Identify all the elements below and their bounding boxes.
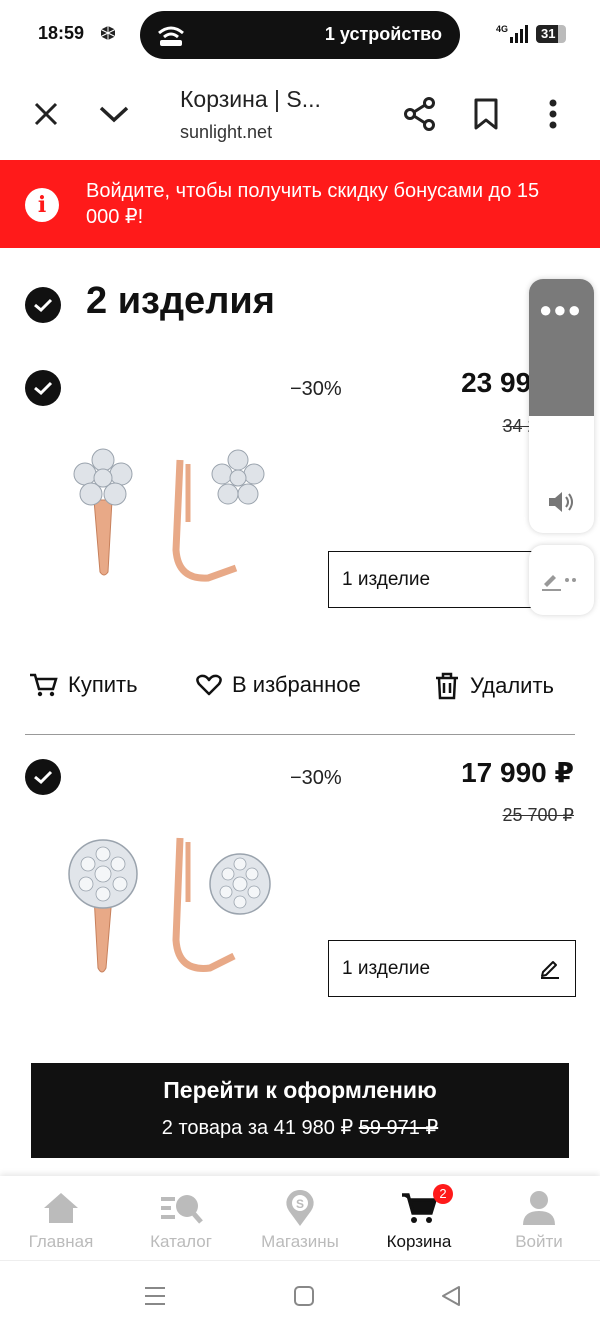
more-horizontal-icon[interactable]: ●●● [539,297,582,323]
more-menu-button[interactable] [538,94,568,134]
svg-text:S: S [296,1197,304,1211]
item-1-checkbox[interactable] [25,370,61,406]
item-1-discount: −30% [290,378,342,400]
page-url[interactable]: sunlight.net [180,122,272,143]
back-system-button[interactable] [440,1285,462,1312]
add-to-favorites-button[interactable]: В избранное [196,672,361,698]
delete-button[interactable]: Удалить [434,672,554,700]
buy-label: Купить [68,672,138,697]
item-divider [25,734,575,735]
chevron-down-icon [99,106,129,123]
catalog-icon [126,1188,236,1228]
item-2-price: 17 990 ₽ [461,757,574,788]
item-1-image[interactable] [58,440,278,590]
hotspot-icon [156,23,186,52]
app-notification-icon [100,25,116,46]
buy-button[interactable]: Купить [28,672,138,698]
login-promo-banner[interactable]: i Войдите, чтобы получить скидку бонусам… [0,160,600,248]
cart-icon: 2 [364,1184,474,1228]
select-all-checkbox[interactable] [25,287,61,323]
checkout-button[interactable]: Перейти к оформлению 2 товара за 41 980 … [31,1063,569,1158]
connection-pill[interactable]: 1 устройство [140,11,460,59]
checkout-label: Перейти к оформлению [163,1077,437,1103]
checkmark-icon [34,298,53,313]
nav-stores[interactable]: S Магазины [245,1188,355,1252]
cart-icon [30,673,58,697]
close-icon [34,102,58,126]
share-button[interactable] [400,94,440,134]
item-1-quantity: 1 изделие [342,569,431,590]
battery-icon: 31 [536,25,566,43]
item-2-quantity: 1 изделие [342,958,431,979]
nav-catalog-label: Каталог [150,1232,212,1251]
bookmark-button[interactable] [468,94,504,134]
banner-message: Войдите, чтобы получить скидку бонусами … [86,180,540,228]
home-system-button[interactable] [293,1285,315,1312]
item-1-actions: Купить В избранное Удалить [0,662,600,710]
checkout-summary: 2 товара за 41 980 ₽ 59 971 ₽ [31,1115,569,1140]
network-type: 4G [496,24,508,34]
nav-catalog[interactable]: Каталог [126,1188,236,1252]
more-vertical-icon [549,99,557,129]
checkout-old-total: 59 971 ₽ [358,1117,439,1139]
collapse-button[interactable] [94,96,134,132]
home-icon [6,1188,116,1228]
back-triangle-icon [442,1286,460,1306]
nav-home[interactable]: Главная [6,1188,116,1252]
bookmark-icon [474,98,498,130]
square-icon [294,1286,314,1306]
item-2-checkbox[interactable] [25,759,61,795]
favorites-label: В избранное [232,672,361,697]
checkmark-icon [34,381,53,396]
item-2-old-price: 25 700 ₽ [502,805,574,825]
info-icon: i [25,188,59,222]
cart-count-heading: 2 изделия [86,280,275,322]
recent-apps-button[interactable] [144,1285,166,1312]
nav-stores-label: Магазины [261,1232,339,1251]
browser-toolbar: Корзина | S... sunlight.net [0,68,600,160]
bottom-navigation: Главная Каталог S Магазины 2 Корзина Вой… [0,1176,600,1260]
menu-icon [145,1287,165,1305]
item-2-quantity-select[interactable]: 1 изделие [328,940,576,997]
checkout-total: 2 товара за 41 980 ₽ [161,1117,354,1139]
checkmark-icon [34,770,53,785]
floating-assistant-panel[interactable]: ●●● [529,279,594,533]
cart-badge: 2 [433,1184,453,1204]
heart-icon [196,674,222,696]
nav-cart-label: Корзина [386,1232,452,1251]
nav-cart[interactable]: 2 Корзина [364,1184,474,1252]
trash-icon [436,672,458,700]
stores-icon: S [245,1188,355,1228]
signal-icon: 4G [496,24,530,49]
connection-text: 1 устройство [324,24,442,44]
pen-dots-icon [542,575,576,591]
share-icon [404,97,435,131]
nav-login-label: Войти [515,1232,563,1251]
delete-label: Удалить [470,673,554,698]
nav-home-label: Главная [28,1232,94,1251]
item-2-image[interactable] [58,830,278,980]
edit-icon[interactable] [539,957,561,984]
item-2-discount: −30% [290,767,342,789]
system-navigation-bar [0,1260,600,1332]
battery-level: 31 [541,26,556,41]
user-icon [484,1188,594,1228]
nav-login[interactable]: Войти [484,1188,594,1252]
close-button[interactable] [28,96,64,132]
page-title: Корзина | S... [180,86,321,112]
speaker-icon[interactable] [547,489,577,520]
status-time: 18:59 [38,23,85,43]
floating-edit-panel[interactable] [529,545,594,615]
status-bar: 18:59 1 устройство 4G 31 [0,0,600,68]
